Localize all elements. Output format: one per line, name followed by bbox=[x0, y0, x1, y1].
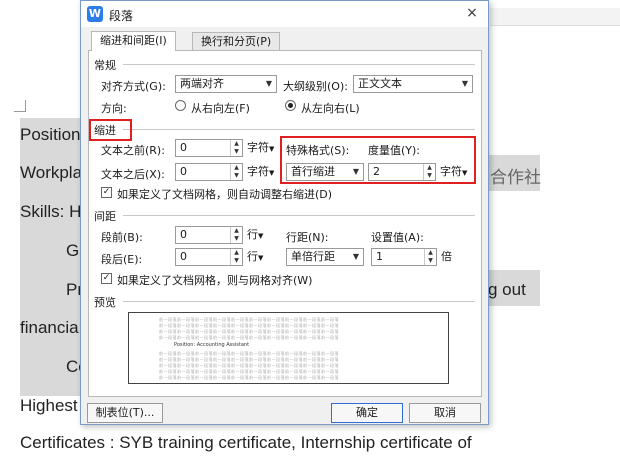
spacing-before-unit[interactable]: 行▼ bbox=[247, 226, 263, 245]
caret-down-icon: ▼ bbox=[258, 232, 264, 240]
set-value-unit: 倍 bbox=[441, 250, 452, 263]
caret-down-icon: ▼ bbox=[462, 169, 468, 177]
snap-grid-checkbox[interactable]: ✓ bbox=[101, 273, 112, 284]
indent-separator bbox=[123, 129, 475, 130]
alignment-select[interactable]: 两端对齐 ▼ bbox=[175, 75, 277, 93]
chevron-down-icon: ▼ bbox=[352, 167, 359, 176]
chevron-down-icon: ▼ bbox=[352, 252, 359, 261]
doc-line-workplace-tail: 合作社 bbox=[490, 168, 541, 187]
general-section-title: 常规 bbox=[94, 59, 116, 72]
measure-value: 2 bbox=[373, 165, 380, 178]
preview-filler-line: 前一段落前一段落前一段落前一段落前一段落前一段落前一段落前一段落前一段落前一段落 bbox=[159, 335, 339, 340]
spin-down-icon[interactable]: ▼ bbox=[231, 235, 242, 243]
dialog-title: 段落 bbox=[109, 9, 134, 23]
caret-down-icon: ▼ bbox=[258, 254, 264, 262]
spin-down-icon[interactable]: ▼ bbox=[231, 257, 242, 265]
doc-line-skills: Skills: H bbox=[20, 202, 82, 221]
spin-down-icon[interactable]: ▼ bbox=[231, 148, 242, 156]
measure-input[interactable]: 2 ▲ ▼ bbox=[368, 163, 436, 181]
paragraph-dialog: W 段落 × 缩进和间距(I) 换行和分页(P) 常规 对齐方式(G): 两端对… bbox=[80, 0, 489, 425]
preview-filler-line: 前一段落前一段落前一段落前一段落前一段落前一段落前一段落前一段落前一段落前一段落 bbox=[159, 375, 339, 380]
set-value-label: 设置值(A): bbox=[371, 231, 424, 244]
spacing-before-input[interactable]: 0 ▲ ▼ bbox=[175, 226, 243, 244]
indent-before-value: 0 bbox=[180, 141, 187, 154]
doc-line-financial: financia bbox=[20, 318, 79, 337]
ltr-label[interactable]: 从左向右(L) bbox=[301, 100, 360, 116]
set-value-input[interactable]: 1 ▲ ▼ bbox=[371, 248, 437, 266]
line-spacing-label: 行距(N): bbox=[286, 231, 329, 244]
spin-up-icon[interactable]: ▲ bbox=[424, 164, 435, 172]
alignment-value: 两端对齐 bbox=[180, 77, 224, 90]
tab-indent-spacing[interactable]: 缩进和间距(I) bbox=[91, 31, 176, 51]
tab-stops-button[interactable]: 制表位(T)... bbox=[87, 403, 163, 423]
measure-unit[interactable]: 字符▼ bbox=[440, 163, 467, 182]
tab-line-page-breaks[interactable]: 换行和分页(P) bbox=[192, 32, 281, 50]
spin-down-icon[interactable]: ▼ bbox=[425, 257, 436, 265]
indent-before-input[interactable]: 0 ▲ ▼ bbox=[175, 139, 243, 157]
doc-line-highest: Highest bbox=[20, 396, 78, 415]
special-format-value: 首行缩进 bbox=[291, 165, 335, 178]
spin-down-icon[interactable]: ▼ bbox=[424, 172, 435, 180]
close-button[interactable]: × bbox=[464, 5, 480, 21]
spin-up-icon[interactable]: ▲ bbox=[231, 164, 242, 172]
indent-after-unit[interactable]: 字符▼ bbox=[247, 163, 274, 182]
spacing-after-value: 0 bbox=[180, 250, 187, 263]
snap-grid-label[interactable]: 如果定义了文档网格，则与网格对齐(W) bbox=[117, 272, 312, 288]
wps-app-icon: W bbox=[87, 6, 103, 22]
outline-level-value: 正文文本 bbox=[358, 77, 402, 90]
rtl-label[interactable]: 从右向左(F) bbox=[191, 100, 250, 116]
caret-down-icon: ▼ bbox=[269, 145, 275, 153]
auto-adjust-checkbox[interactable]: ✓ bbox=[101, 187, 112, 198]
spacing-before-value: 0 bbox=[180, 228, 187, 241]
ok-button[interactable]: 确定 bbox=[331, 403, 403, 423]
preview-box: 前一段落前一段落前一段落前一段落前一段落前一段落前一段落前一段落前一段落前一段落… bbox=[128, 312, 449, 384]
chevron-down-icon: ▼ bbox=[265, 79, 272, 88]
spacing-after-label: 段后(E): bbox=[101, 253, 143, 266]
preview-sample-text: Position: Accounting Assistant bbox=[174, 342, 250, 348]
indent-after-label: 文本之后(X): bbox=[101, 168, 165, 181]
ltr-radio[interactable] bbox=[285, 100, 296, 111]
set-value-value: 1 bbox=[376, 250, 383, 263]
spin-down-icon[interactable]: ▼ bbox=[231, 172, 242, 180]
special-format-label: 特殊格式(S): bbox=[286, 144, 350, 157]
line-spacing-select[interactable]: 单倍行距 ▼ bbox=[286, 248, 364, 266]
outline-level-select[interactable]: 正文文本 ▼ bbox=[353, 75, 473, 93]
margin-corner-marker bbox=[14, 100, 26, 112]
align-label: 对齐方式(G): bbox=[101, 80, 166, 93]
indent-title-highlight bbox=[89, 119, 132, 141]
indent-after-value: 0 bbox=[180, 165, 187, 178]
cancel-button[interactable]: 取消 bbox=[409, 403, 481, 423]
direction-label: 方向: bbox=[101, 102, 127, 115]
spin-up-icon[interactable]: ▲ bbox=[425, 249, 436, 257]
measure-label: 度量值(Y): bbox=[368, 144, 421, 157]
ruler bbox=[490, 8, 620, 26]
auto-adjust-label[interactable]: 如果定义了文档网格，则自动调整右缩进(D) bbox=[117, 186, 332, 202]
spacing-after-unit[interactable]: 行▼ bbox=[247, 248, 263, 267]
rtl-radio[interactable] bbox=[175, 100, 186, 111]
spacing-after-input[interactable]: 0 ▲ ▼ bbox=[175, 248, 243, 266]
indent-before-label: 文本之前(R): bbox=[101, 144, 165, 157]
spacing-separator bbox=[123, 215, 475, 216]
doc-line-workplace: Workpla bbox=[20, 163, 83, 182]
indent-before-unit[interactable]: 字符▼ bbox=[247, 139, 274, 158]
spin-up-icon[interactable]: ▲ bbox=[231, 227, 242, 235]
spin-up-icon[interactable]: ▲ bbox=[231, 249, 242, 257]
preview-separator bbox=[123, 301, 475, 302]
indent-after-input[interactable]: 0 ▲ ▼ bbox=[175, 163, 243, 181]
outline-label: 大纲级别(O): bbox=[283, 80, 348, 93]
spacing-before-label: 段前(B): bbox=[101, 231, 143, 244]
spin-up-icon[interactable]: ▲ bbox=[231, 140, 242, 148]
doc-line-certificates: Certificates : SYB training certificate,… bbox=[20, 433, 472, 452]
doc-line-position: Position bbox=[20, 125, 81, 144]
general-separator bbox=[123, 64, 475, 65]
doc-line-pr-tail: g out bbox=[488, 280, 526, 299]
line-spacing-value: 单倍行距 bbox=[291, 250, 335, 263]
dialog-titlebar: W 段落 × bbox=[81, 1, 488, 27]
spacing-section-title: 间距 bbox=[94, 210, 116, 223]
caret-down-icon: ▼ bbox=[269, 169, 275, 177]
doc-line-g: G bbox=[66, 241, 80, 260]
preview-section-title: 预览 bbox=[94, 296, 116, 309]
special-format-select[interactable]: 首行缩进 ▼ bbox=[286, 163, 364, 181]
chevron-down-icon: ▼ bbox=[461, 79, 468, 88]
